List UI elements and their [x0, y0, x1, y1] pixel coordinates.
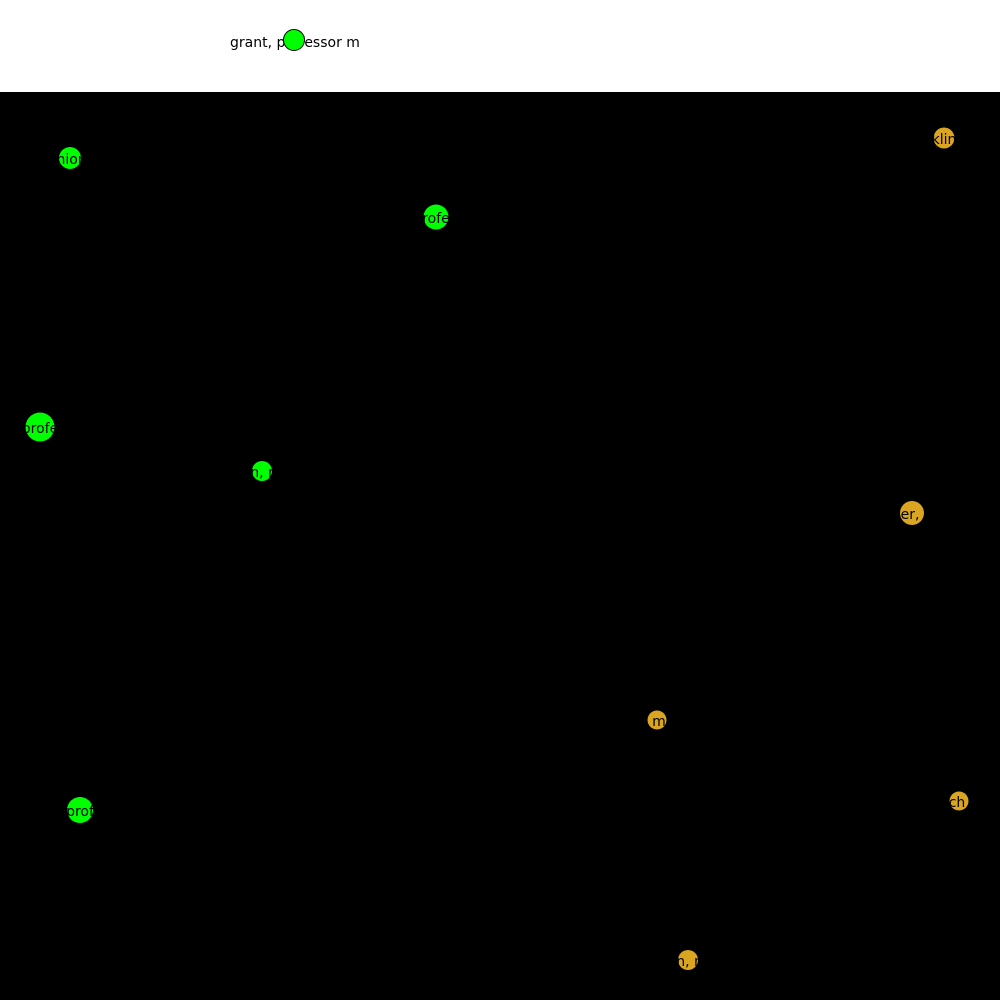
node-label: ch [949, 795, 966, 811]
node-label: profe [22, 421, 58, 437]
node-label: prof [66, 804, 95, 820]
node-label: m [652, 714, 666, 730]
node-label: nior [56, 152, 83, 168]
node-label: n, r [250, 465, 274, 481]
node-label: er, [901, 507, 920, 523]
node-label: n, r [676, 954, 700, 970]
legend-marker [283, 29, 305, 51]
node-label: rofe [422, 211, 450, 227]
plot-area [0, 92, 1000, 1000]
network-diagram: grant, professor m niorrofeprofen, rprof… [0, 0, 1000, 1000]
node-label: klin [932, 132, 957, 148]
node-gold-6: er, [900, 501, 924, 525]
legend-panel [0, 0, 1000, 92]
